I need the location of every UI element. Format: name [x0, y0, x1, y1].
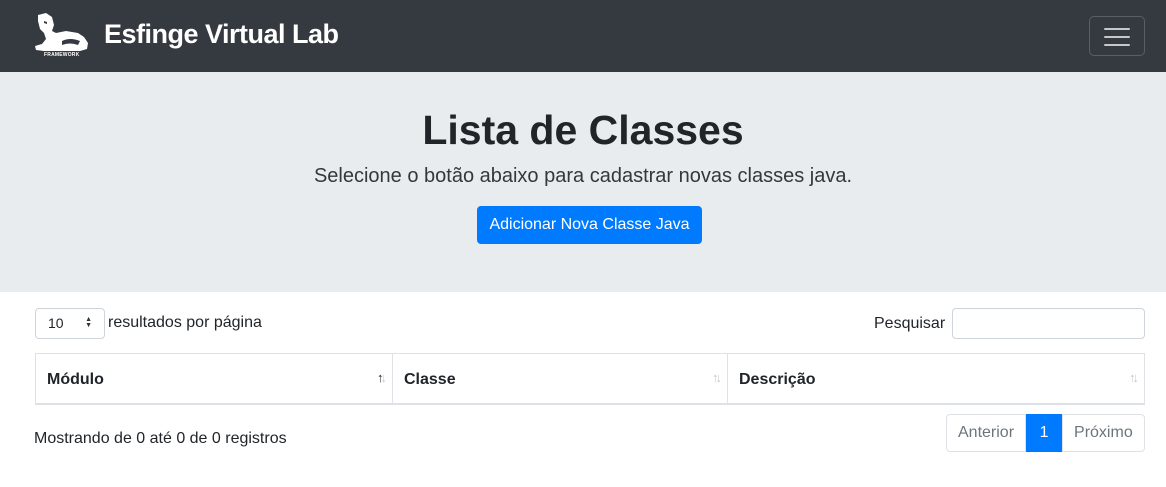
hamburger-icon	[1104, 36, 1130, 38]
add-class-button[interactable]: Adicionar Nova Classe Java	[477, 206, 702, 244]
column-header-modulo[interactable]: Módulo ↑↓	[36, 354, 393, 403]
sort-ascending-icon: ↑↓	[377, 370, 387, 385]
hamburger-icon	[1104, 44, 1130, 46]
search-label: Pesquisar	[874, 315, 946, 332]
brand-link[interactable]: FRAMEWORK Esfinge Virtual Lab	[32, 10, 339, 62]
page-length-select[interactable]: 10 ▲ ▼	[35, 308, 105, 339]
column-header-classe[interactable]: Classe ↑↓	[393, 354, 728, 403]
column-header-label: Módulo	[47, 371, 104, 388]
menu-toggle-button[interactable]	[1089, 16, 1145, 56]
column-header-label: Descrição	[739, 371, 816, 388]
page-length-value: 10	[48, 315, 64, 331]
hamburger-icon	[1104, 28, 1130, 30]
brand-name[interactable]: Esfinge Virtual Lab	[104, 19, 339, 50]
page-length-label: resultados por página	[108, 314, 262, 331]
sort-icon: ↑↓	[712, 370, 722, 385]
sort-icon: ↑↓	[1129, 370, 1139, 385]
search-input[interactable]	[952, 308, 1145, 339]
table-info: Mostrando de 0 até 0 de 0 registros	[34, 430, 287, 447]
select-arrows-icon: ▲ ▼	[85, 316, 92, 329]
column-header-label: Classe	[404, 371, 456, 388]
previous-page-button[interactable]: Anterior	[946, 414, 1027, 452]
pagination: Anterior 1 Próximo	[946, 414, 1145, 452]
classes-table: Módulo ↑↓ Classe ↑↓ Descrição ↑↓	[35, 353, 1145, 405]
sphinx-logo-icon: FRAMEWORK	[32, 11, 92, 61]
page-title: Lista de Classes	[422, 107, 744, 153]
column-header-descricao[interactable]: Descrição ↑↓	[728, 354, 1144, 403]
navbar: FRAMEWORK Esfinge Virtual Lab	[0, 0, 1166, 72]
logo-caption: FRAMEWORK	[44, 52, 80, 58]
page-subtitle: Selecione o botão abaixo para cadastrar …	[313, 165, 853, 187]
hero-banner: Lista de Classes Selecione o botão abaix…	[0, 72, 1166, 292]
page-button-1[interactable]: 1	[1026, 414, 1063, 452]
next-page-button[interactable]: Próximo	[1062, 414, 1145, 452]
